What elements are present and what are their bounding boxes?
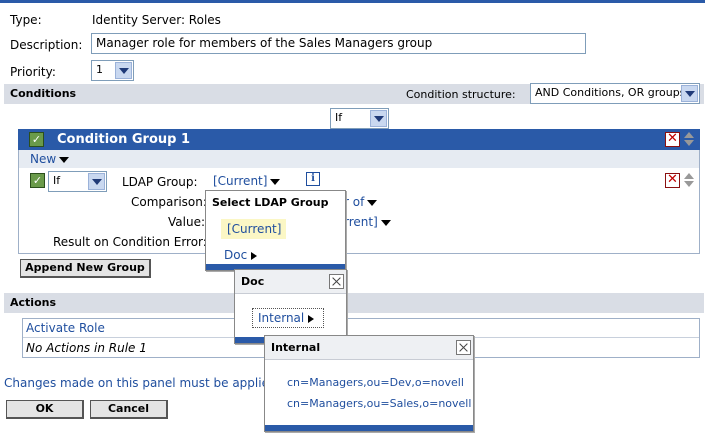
group-enabled-checkbox[interactable]: ✓ xyxy=(29,132,44,147)
chevron-down-icon xyxy=(88,173,105,190)
doc-item-internal[interactable]: Internal xyxy=(252,308,324,328)
select-ldap-group-popup: Select LDAP Group [Current] Doc xyxy=(205,190,346,271)
result-on-error-label: Result on Condition Error: xyxy=(53,235,207,249)
chevron-down-icon xyxy=(681,85,698,102)
condition-if-select[interactable]: If xyxy=(48,171,107,192)
internal-item-dev[interactable]: cn=Managers,ou=Dev,o=novell xyxy=(287,376,464,389)
close-icon[interactable] xyxy=(329,274,344,289)
type-value: Identity Server: Roles xyxy=(92,13,221,27)
ldap-item-current[interactable]: [Current] xyxy=(221,219,286,239)
description-field[interactable]: Manager role for members of the Sales Ma… xyxy=(91,33,586,54)
top-divider xyxy=(0,0,705,3)
value-selector[interactable]: rrent] xyxy=(344,215,391,229)
move-group-icon[interactable] xyxy=(683,132,695,147)
chevron-down-icon xyxy=(380,219,391,226)
select-ldap-group-title: Select LDAP Group xyxy=(206,191,345,215)
close-icon[interactable] xyxy=(456,340,471,355)
chevron-down-icon xyxy=(367,199,378,206)
value-value: rrent] xyxy=(344,215,378,229)
delete-condition-icon[interactable]: ✕ xyxy=(665,173,680,188)
condition-structure-label: Condition structure: xyxy=(406,88,516,101)
chevron-right-icon xyxy=(308,314,315,323)
type-label: Type: xyxy=(10,13,42,27)
ldap-item-current-label: [Current] xyxy=(227,222,282,236)
condition-structure-select[interactable]: AND Conditions, OR groups xyxy=(530,83,700,104)
comparison-value: r of xyxy=(344,195,365,209)
popup-bottom-bar xyxy=(265,425,473,431)
actions-section-bar: Actions xyxy=(4,293,704,313)
comparison-label: Comparison: xyxy=(131,195,207,209)
chevron-down-icon xyxy=(370,110,387,127)
priority-label: Priority: xyxy=(10,65,56,79)
new-condition-menu[interactable]: New xyxy=(30,152,70,166)
ldap-item-doc-label: Doc xyxy=(224,248,248,262)
delete-group-icon[interactable]: ✕ xyxy=(665,132,680,147)
doc-popup: Doc Internal xyxy=(234,269,347,344)
cancel-button[interactable]: Cancel xyxy=(90,400,168,419)
condition-group-title: Condition Group 1 xyxy=(57,132,191,147)
priority-select[interactable]: 1 xyxy=(91,60,134,81)
ldap-group-label: LDAP Group: xyxy=(122,175,198,189)
conditions-title: Conditions xyxy=(10,87,77,100)
no-actions-text: No Actions in Rule 1 xyxy=(26,341,147,355)
doc-item-internal-label: Internal xyxy=(258,311,305,325)
description-label: Description: xyxy=(10,38,83,52)
info-icon[interactable]: i xyxy=(306,172,320,186)
ldap-item-doc[interactable]: Doc xyxy=(224,248,258,262)
append-new-group-button[interactable]: Append New Group xyxy=(20,259,151,278)
activate-role-link[interactable]: Activate Role xyxy=(26,321,105,335)
new-bar xyxy=(19,150,699,168)
internal-item-sales[interactable]: cn=Managers,ou=Sales,o=novell xyxy=(287,397,471,410)
condition-structure-value: AND Conditions, OR groups xyxy=(535,86,686,99)
actions-title: Actions xyxy=(10,296,56,309)
internal-popup-title: Internal xyxy=(265,336,473,360)
ok-button[interactable]: OK xyxy=(6,400,84,419)
comparison-selector[interactable]: r of xyxy=(344,195,378,209)
ldap-group-value: [Current] xyxy=(213,174,268,188)
internal-popup: Internal cn=Managers,ou=Dev,o=novell cn=… xyxy=(264,335,474,432)
group-if-value: If xyxy=(335,111,343,124)
chevron-right-icon xyxy=(251,251,258,260)
ldap-group-selector[interactable]: [Current] xyxy=(213,174,281,188)
new-label: New xyxy=(30,152,57,166)
chevron-down-icon xyxy=(59,156,70,163)
condition-enabled-checkbox[interactable]: ✓ xyxy=(30,173,45,188)
move-condition-icon[interactable] xyxy=(683,173,695,188)
priority-value: 1 xyxy=(96,63,103,76)
chevron-down-icon xyxy=(115,62,132,79)
group-if-select[interactable]: If xyxy=(330,108,389,129)
condition-if-value: If xyxy=(53,174,61,187)
value-label: Value: xyxy=(168,215,205,229)
apply-changes-notice: Changes made on this panel must be appli… xyxy=(4,376,290,390)
chevron-down-icon xyxy=(270,178,281,185)
